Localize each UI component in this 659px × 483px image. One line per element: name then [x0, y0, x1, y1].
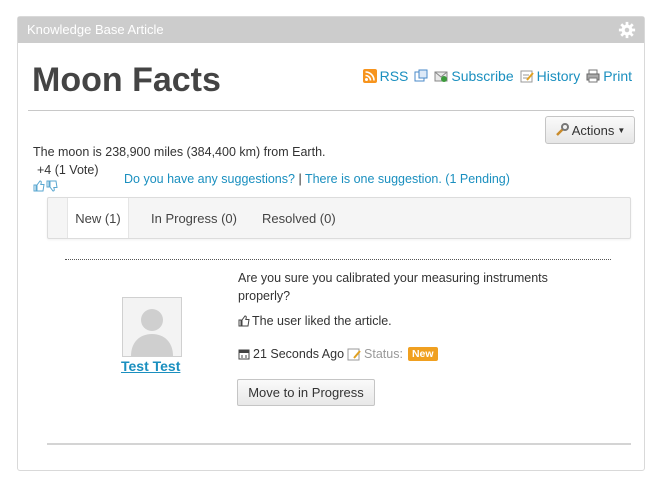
rss-icon — [362, 69, 377, 83]
liked-note: The user liked the article. — [238, 314, 392, 328]
article-body: The moon is 238,900 miles (384,400 km) f… — [33, 145, 326, 159]
print-link[interactable]: Print — [586, 68, 632, 84]
history-link[interactable]: History — [520, 68, 581, 84]
actions-button[interactable]: Actions ▼ — [545, 116, 635, 144]
suggestion-tabs: New (1) In Progress (0) Resolved (0) — [47, 197, 631, 239]
page-title: Moon Facts — [32, 61, 221, 99]
suggestion-meta: 21 Seconds Ago Status: New — [238, 347, 438, 361]
printer-icon — [586, 69, 600, 83]
thumbs-up-icon — [238, 315, 250, 327]
wrench-icon — [555, 123, 569, 136]
external-feed-icon[interactable] — [414, 69, 428, 83]
actions-label: Actions — [571, 122, 615, 138]
suggestions-links: Do you have any suggestions? | There is … — [124, 172, 510, 186]
vote-buttons — [33, 180, 58, 192]
user-name-link[interactable]: Test Test — [121, 358, 180, 374]
caret-down-icon: ▼ — [617, 125, 626, 135]
history-label: History — [536, 68, 581, 84]
article-toolbar: RSS Subscribe History Print — [362, 68, 632, 84]
suggestion-text: Are you sure you calibrated your measuri… — [238, 271, 548, 303]
user-silhouette-icon — [131, 309, 173, 356]
move-to-in-progress-button[interactable]: Move to in Progress — [237, 379, 375, 406]
rss-link[interactable]: RSS — [362, 68, 409, 84]
link-separator: | — [298, 172, 302, 186]
kb-article-panel: Knowledge Base Article Moon Facts RSS Su… — [17, 16, 645, 471]
subscribe-icon — [434, 71, 448, 82]
panel-title: Knowledge Base Article — [27, 22, 164, 37]
history-icon — [520, 70, 534, 83]
suggest-link[interactable]: Do you have any suggestions? — [124, 172, 295, 186]
title-divider — [28, 110, 634, 111]
status-label: Status: — [364, 347, 403, 361]
vote-count: +4 (1 Vote) — [37, 163, 99, 177]
gear-icon[interactable] — [618, 21, 636, 39]
pending-suggestions-link[interactable]: There is one suggestion. (1 Pending) — [305, 172, 510, 186]
thumbs-down-icon[interactable] — [46, 180, 58, 192]
tab-new[interactable]: New (1) — [67, 198, 129, 238]
suggestion-divider — [65, 259, 611, 260]
print-label: Print — [603, 68, 632, 84]
liked-text: The user liked the article. — [252, 314, 392, 328]
rss-label: RSS — [379, 68, 409, 84]
status-badge: New — [407, 347, 438, 361]
tab-resolved[interactable]: Resolved (0) — [262, 198, 336, 238]
bottom-divider — [47, 443, 631, 445]
subscribe-link[interactable]: Subscribe — [434, 68, 514, 84]
thumbs-up-icon[interactable] — [33, 180, 45, 192]
tab-in-progress[interactable]: In Progress (0) — [151, 198, 237, 238]
subscribe-label: Subscribe — [451, 68, 514, 84]
timestamp: 21 Seconds Ago — [253, 347, 345, 361]
status-edit-icon — [347, 348, 361, 361]
calendar-icon — [238, 349, 250, 360]
avatar — [122, 297, 182, 357]
panel-header: Knowledge Base Article — [18, 17, 644, 43]
